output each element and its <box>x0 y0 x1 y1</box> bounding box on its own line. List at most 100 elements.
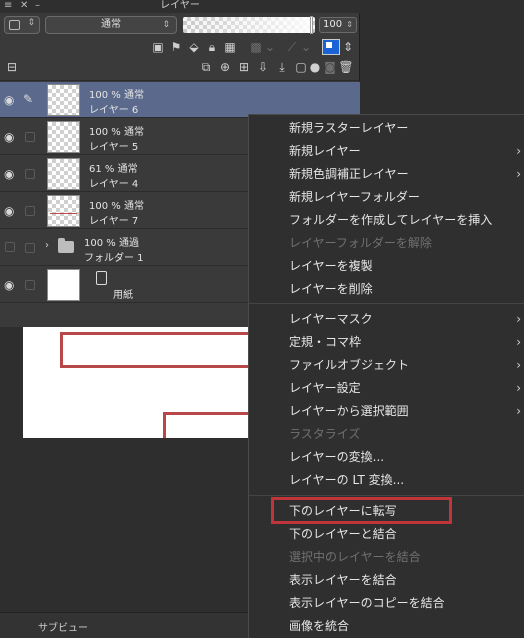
blend-mode-select[interactable]: 通常 ⇕ <box>45 16 177 34</box>
highlight-annotation <box>271 497 452 524</box>
updown-icon[interactable]: ⇕ <box>340 39 356 55</box>
new-raster-layer-icon[interactable]: ⧉ <box>198 59 214 75</box>
visibility-box[interactable] <box>5 242 15 252</box>
opacity-fill <box>183 17 313 33</box>
menu-item-label: ラスタライズ <box>289 427 361 441</box>
trash-icon[interactable]: 🗑︎ <box>338 59 354 75</box>
opacity-handle[interactable] <box>310 16 314 34</box>
layer-color-swatch[interactable] <box>322 39 340 55</box>
menu-item-label: レイヤー設定 <box>289 381 361 395</box>
merge-down-icon[interactable]: ⤓ <box>274 59 290 75</box>
menu-item-label: 新規レイヤー <box>289 144 361 158</box>
menu-item-label: レイヤーフォルダーを解除 <box>289 236 432 250</box>
chevron-right-icon[interactable]: › <box>45 240 49 251</box>
transfer-down-icon[interactable]: ⇩ <box>255 59 271 75</box>
expression-color-button[interactable]: ⇕ <box>4 16 40 34</box>
layer-list-toggle-icon[interactable]: ⊟ <box>4 59 20 75</box>
chevron-down-icon[interactable]: ⌄ <box>298 39 314 55</box>
canvas[interactable] <box>23 318 263 438</box>
folder-icon <box>58 238 74 253</box>
menu-item-label: 定規・コマ枠 <box>289 335 362 349</box>
chevron-right-icon: › <box>516 404 521 418</box>
layer-thumbnail <box>47 158 80 190</box>
menu-item-label: 下のレイヤーと結合 <box>289 527 397 541</box>
layer-opacity-mode: 100 % 通常 <box>89 127 144 138</box>
updown-icon: ⇕ <box>162 20 170 30</box>
opacity-slider[interactable] <box>183 16 315 34</box>
panel-title: レイヤー <box>160 0 200 11</box>
menu-item-label: レイヤーマスク <box>289 312 373 326</box>
menu-item[interactable]: 画像を統合 <box>249 615 524 638</box>
eye-icon[interactable]: ◉ <box>4 93 14 107</box>
menu-item[interactable]: 表示レイヤーを結合 <box>249 569 524 592</box>
menu-item[interactable]: 新規ラスターレイヤー <box>249 117 524 140</box>
menu-item[interactable]: レイヤーマスク › <box>249 308 524 331</box>
eye-icon[interactable]: ◉ <box>4 278 14 292</box>
menu-item[interactable]: ファイルオブジェクト › <box>249 354 524 377</box>
chevron-right-icon: › <box>516 358 521 372</box>
menu-item-label: 選択中のレイヤーを結合 <box>289 550 421 564</box>
layer-name: レイヤー 6 <box>89 105 139 116</box>
menu-item[interactable]: レイヤーの LT 変換... <box>249 469 524 492</box>
new-folder-icon[interactable]: ⊞ <box>236 59 252 75</box>
clip-icon[interactable]: ▣ <box>150 39 166 55</box>
menu-item[interactable]: レイヤーから選択範囲 › <box>249 400 524 423</box>
layer-name: フォルダー 1 <box>84 253 144 264</box>
opacity-input[interactable]: 100 ⇕ <box>319 17 357 33</box>
layer-opacity-mode: 100 % 通常 <box>89 201 144 212</box>
layer-opacity-mode: 100 % 通常 <box>89 90 144 101</box>
updown-icon: ⇕ <box>27 18 35 28</box>
camera-icon[interactable]: ◙ <box>322 59 338 75</box>
layer-opacity-mode: 61 % 通常 <box>89 164 138 175</box>
menu-item-label: レイヤーから選択範囲 <box>289 404 409 418</box>
menu-item-label: レイヤーを複製 <box>289 259 373 273</box>
menu-item-label: レイヤーを削除 <box>289 282 373 296</box>
menu-item[interactable]: 定規・コマ枠 › <box>249 331 524 354</box>
layer-name: 用紙 <box>113 290 133 301</box>
panel-titlebar: ≡ ✕ – レイヤー <box>0 0 360 13</box>
context-menu: 新規ラスターレイヤー 新規レイヤー › 新規色調補正レイヤー › 新規レイヤーフォルダーフ… <box>248 114 524 638</box>
layer-toolbar-2: ⊟ ⧉ ⊕ ⊞ ⇩ ⤓ ▢ ● ◙ 🗑︎ <box>0 57 360 81</box>
eye-icon[interactable]: ◉ <box>4 130 14 144</box>
edit-target-box[interactable] <box>25 132 35 142</box>
lock-icon[interactable]: 🔒︎ <box>204 39 220 55</box>
menu-item[interactable]: 新規レイヤーフォルダー <box>249 186 524 209</box>
eye-icon[interactable]: ◉ <box>4 167 14 181</box>
menu-item[interactable]: レイヤーを複製 <box>249 255 524 278</box>
layer-name: レイヤー 7 <box>89 216 139 227</box>
reference-icon[interactable]: ⚑ <box>168 39 184 55</box>
menu-item-label: 表示レイヤーを結合 <box>289 573 397 587</box>
layer-row[interactable]: ◉ ✎ 100 % 通常 レイヤー 6 <box>0 82 360 118</box>
edit-target-box[interactable] <box>25 169 35 179</box>
menu-item[interactable]: レイヤーの変換... <box>249 446 524 469</box>
lock-transparent-icon[interactable]: ⬙ <box>186 39 202 55</box>
edit-target-box[interactable] <box>25 243 35 253</box>
layer-name: レイヤー 5 <box>89 142 139 153</box>
menu-item[interactable]: レイヤーを削除 <box>249 278 524 301</box>
menu-item[interactable]: 下のレイヤーと結合 <box>249 523 524 546</box>
menu-item-label: 新規色調補正レイヤー <box>289 167 409 181</box>
opacity-value: 100 <box>323 19 343 30</box>
edit-target-box[interactable] <box>25 206 35 216</box>
menu-item[interactable]: フォルダーを作成してレイヤーを挿入 <box>249 209 524 232</box>
menu-item[interactable]: 新規レイヤー › <box>249 140 524 163</box>
menu-item[interactable]: レイヤー設定 › <box>249 377 524 400</box>
chevron-right-icon: › <box>516 144 521 158</box>
blend-mode-label: 通常 <box>101 19 121 30</box>
edit-target-box[interactable] <box>25 280 35 290</box>
pen-icon: ✎ <box>23 92 34 106</box>
menu-item: ラスタライズ <box>249 423 524 446</box>
chevron-right-icon: › <box>516 381 521 395</box>
menu-item[interactable]: 新規色調補正レイヤー › <box>249 163 524 186</box>
paper-icon <box>96 271 107 285</box>
mask-icon[interactable]: ▦ <box>222 39 238 55</box>
layer-thumbnail <box>47 84 80 116</box>
menu-item-label: 画像を統合 <box>289 619 350 633</box>
eye-icon[interactable]: ◉ <box>4 204 14 218</box>
menu-item[interactable]: 表示レイヤーのコピーを結合 <box>249 592 524 615</box>
chevron-right-icon: › <box>516 312 521 326</box>
menu-separator <box>249 495 524 496</box>
new-vector-layer-icon[interactable]: ⊕ <box>217 59 233 75</box>
mask-record-icon[interactable]: ● <box>307 59 323 75</box>
chevron-down-icon[interactable]: ⌄ <box>262 39 278 55</box>
